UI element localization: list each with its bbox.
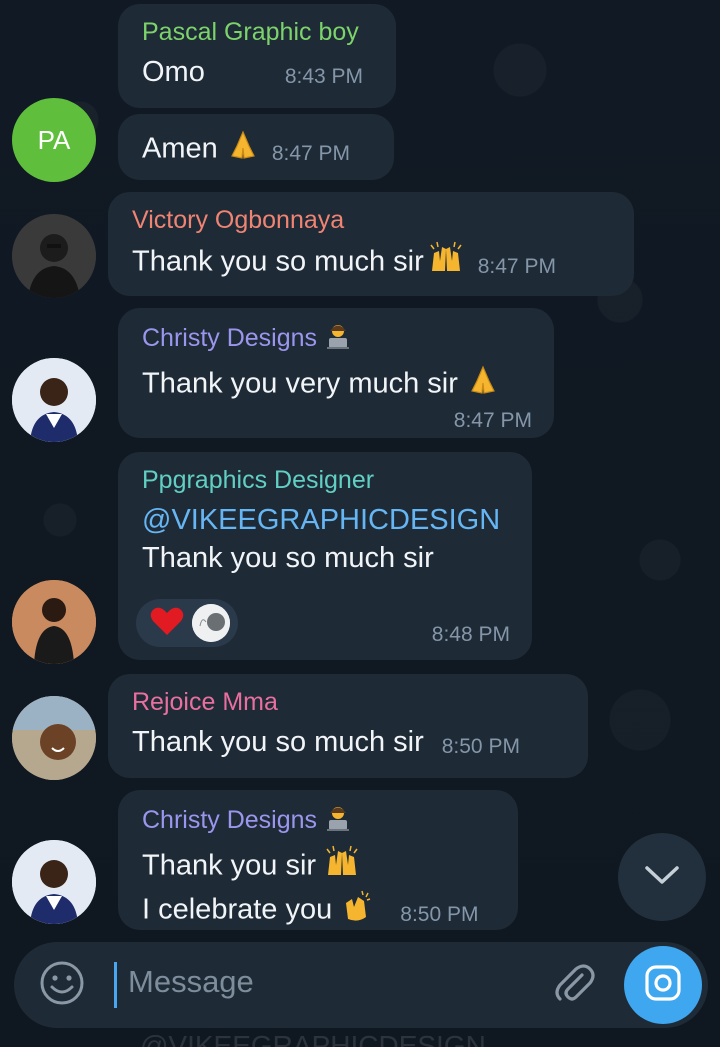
person-photo-icon	[12, 840, 96, 924]
avatar-initials: PA	[37, 124, 71, 155]
attach-button[interactable]	[550, 961, 598, 1009]
raising-hands-icon	[428, 241, 464, 285]
message-bubble[interactable]: Victory Ogbonnaya Thank you so much sir …	[108, 192, 634, 296]
message-bubble[interactable]: Christy Designs Thank you sir I celebrat…	[118, 790, 518, 930]
message-bubble[interactable]: Amen 8:47 PM	[118, 114, 394, 180]
message-list[interactable]: Pascal Graphic boy Omo 8:43 PM PA Amen 8:…	[0, 0, 720, 1047]
message-time: 8:50 PM	[441, 735, 520, 758]
text-cursor	[114, 962, 117, 1008]
message-bubble[interactable]: Christy Designs Thank you very much sir …	[118, 308, 554, 438]
emoji-button[interactable]	[38, 961, 86, 1009]
avatar[interactable]	[12, 840, 96, 924]
sender-name[interactable]: Christy Designs	[142, 804, 496, 839]
message-time: 8:43 PM	[284, 65, 364, 88]
avatar[interactable]	[12, 358, 96, 442]
partial-message-text: @VIKEEGRAPHICDESIGN	[140, 1030, 486, 1047]
sender-name-text: Christy Designs	[142, 806, 318, 835]
avatar[interactable]	[12, 580, 96, 664]
message-bubble[interactable]: Pascal Graphic boy Omo 8:43 PM	[118, 4, 396, 108]
sender-name[interactable]: Rejoice Mma	[132, 688, 566, 717]
message-body: Thank you so much sir	[142, 542, 434, 574]
folded-hands-icon	[226, 128, 260, 172]
message-body: Thank you so much sir	[132, 726, 424, 758]
sender-name-text: Christy Designs	[142, 324, 318, 353]
person-photo-icon	[12, 580, 96, 664]
avatar[interactable]	[12, 214, 96, 298]
message-text: Thank you so much sir 8:47 PM	[132, 241, 612, 286]
sender-name[interactable]: Victory Ogbonnaya	[132, 206, 612, 235]
smiley-icon	[39, 960, 85, 1011]
technologist-icon	[324, 804, 352, 839]
message-text-line: Thank you sir	[142, 845, 496, 889]
message-time: 8:48 PM	[431, 623, 510, 646]
message-text: Omo 8:43 PM	[142, 53, 374, 96]
message-time: 8:50 PM	[400, 902, 479, 926]
avatar[interactable]	[12, 696, 96, 780]
sender-name[interactable]: Ppgraphics Designer	[142, 466, 510, 495]
paperclip-icon	[552, 961, 596, 1010]
heart-icon	[150, 606, 184, 641]
reaction-chip[interactable]	[136, 599, 238, 647]
technologist-icon	[324, 322, 352, 357]
message-time: 8:47 PM	[453, 409, 532, 432]
raising-hands-icon	[324, 845, 360, 889]
message-body: Thank you sir	[142, 849, 317, 882]
folded-hands-icon	[466, 363, 500, 407]
mention-link[interactable]: @VIKEEGRAPHICDESIGN	[142, 501, 510, 539]
message-composer	[14, 942, 708, 1028]
camera-icon	[643, 963, 683, 1008]
person-photo-icon	[12, 358, 96, 442]
sender-name[interactable]: Christy Designs	[142, 322, 532, 357]
message-input[interactable]	[128, 964, 548, 1000]
scroll-down-button[interactable]	[618, 833, 706, 921]
message-body: Omo	[142, 56, 205, 88]
message-body: Thank you so much sir	[132, 245, 424, 278]
message-bubble[interactable]: Ppgraphics Designer @VIKEEGRAPHICDESIGN …	[118, 452, 532, 660]
message-time: 8:47 PM	[477, 254, 556, 278]
message-bubble[interactable]: Rejoice Mma Thank you so much sir 8:50 PM	[108, 674, 588, 778]
message-text: Thank you very much sir	[142, 363, 532, 407]
avatar[interactable]: PA	[12, 98, 96, 182]
person-photo-icon	[12, 696, 96, 780]
sender-name[interactable]: Pascal Graphic boy	[142, 18, 374, 47]
message-time: 8:47 PM	[271, 141, 351, 165]
camera-button[interactable]	[624, 946, 702, 1024]
reactor-avatar	[192, 604, 230, 642]
chevron-down-icon	[644, 865, 680, 890]
person-photo-icon	[12, 214, 96, 298]
message-body: Amen	[142, 132, 218, 165]
message-body: I celebrate you	[142, 893, 333, 926]
message-text: Thank you so much sir 8:50 PM	[132, 723, 566, 766]
message-text: Amen 8:47 PM	[142, 128, 372, 173]
message-body: Thank you very much sir	[142, 367, 458, 400]
message-text-line: I celebrate you 8:50 PM	[142, 889, 496, 934]
clapping-hands-icon	[340, 889, 374, 933]
